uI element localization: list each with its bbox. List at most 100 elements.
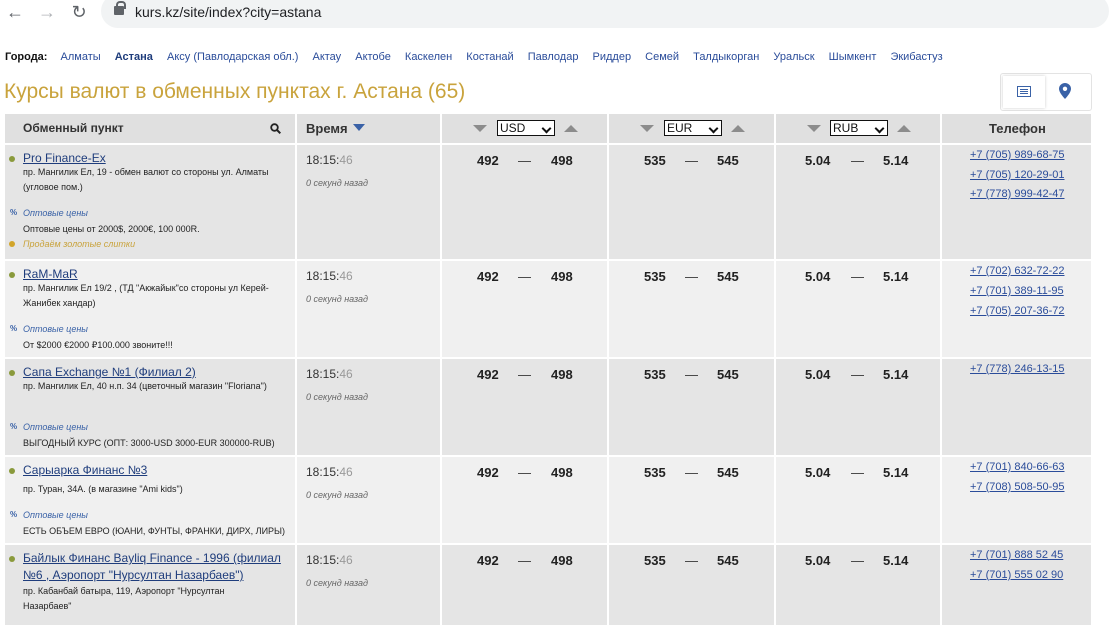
rub-sell: 5.14 xyxy=(883,269,909,284)
phone-link[interactable]: +7 (708) 508-50-95 xyxy=(970,481,1064,493)
eur-buy: 535 xyxy=(644,465,666,480)
back-arrow-icon[interactable]: ← xyxy=(4,1,26,23)
header-exchange: Обменный пункт xyxy=(5,114,296,143)
status-dot-icon xyxy=(9,468,15,474)
city-link-kostanay[interactable]: Костанай xyxy=(466,51,513,63)
phone-link[interactable]: +7 (778) 246-13-15 xyxy=(970,363,1064,375)
city-link-taldykorgan[interactable]: Талдыкорган xyxy=(693,51,759,63)
sort-desc-icon[interactable] xyxy=(353,124,365,131)
wholesale-text: ЕСТЬ ОБЪЕМ ЕВРО (ЮАНИ, ФУНТЫ, ФРАНКИ, ДИ… xyxy=(23,526,286,536)
eur-sell: 545 xyxy=(717,269,739,284)
city-link-shymkent[interactable]: Шымкент xyxy=(829,51,877,63)
exchange-address: пр. Кабанбай батыра, 119, Аэропорт "Нурс… xyxy=(23,586,225,611)
usd-sell: 498 xyxy=(551,465,573,480)
time-ago: 0 секунд назад xyxy=(306,178,369,188)
phone-link[interactable]: +7 (702) 632-72-22 xyxy=(970,265,1064,277)
rub-sell: 5.14 xyxy=(883,367,909,382)
rub-sell: 5.14 xyxy=(883,153,909,168)
city-link-kaskelen[interactable]: Каскелен xyxy=(405,51,452,63)
status-dot-icon xyxy=(9,556,15,562)
wholesale-label: Оптовые цены xyxy=(23,510,88,520)
rub-buy: 5.04 xyxy=(805,153,831,168)
list-view-button[interactable] xyxy=(1003,76,1045,108)
reload-icon[interactable]: ↻ xyxy=(68,1,90,23)
header-phone: Телефон xyxy=(941,114,1091,143)
wholesale-text: Оптовые цены от 2000$, 2000€, 100 000R. xyxy=(23,224,200,234)
browser-toolbar: ← → ↻ kurs.kz/site/index?city=astana xyxy=(0,0,1109,28)
header-time[interactable]: Время xyxy=(296,114,441,143)
update-time: 18:15:46 xyxy=(306,367,353,381)
city-link-ekibastuz[interactable]: Экибастуз xyxy=(890,51,942,63)
update-time: 18:15:46 xyxy=(306,465,353,479)
page-title: Курсы валют в обменных пунктах г. Астана… xyxy=(4,80,466,103)
update-time: 18:15:46 xyxy=(306,553,353,567)
status-dot-icon xyxy=(9,272,15,278)
currency-select-1[interactable]: USD xyxy=(497,120,555,136)
usd-buy: 492 xyxy=(477,269,499,284)
table-row: Сапа Exchange №1 (Филиал 2) пр. Мангилик… xyxy=(5,359,1091,455)
sort-buy-arrow-icon[interactable] xyxy=(807,125,821,132)
city-link-uralsk[interactable]: Уральск xyxy=(773,51,814,63)
url-text[interactable]: kurs.kz/site/index?city=astana xyxy=(135,4,321,20)
sort-sell-arrow-icon[interactable] xyxy=(564,125,578,132)
usd-sell: 498 xyxy=(551,153,573,168)
phone-link[interactable]: +7 (705) 207-36-72 xyxy=(970,305,1064,317)
header-usd: USD xyxy=(441,114,608,143)
usd-sell: 498 xyxy=(551,553,573,568)
wholesale-text: От $2000 €2000 ₽100.000 звоните!!! xyxy=(23,340,173,350)
list-icon xyxy=(1017,86,1031,97)
phone-link[interactable]: +7 (701) 888 52 45 xyxy=(970,549,1063,561)
rub-buy: 5.04 xyxy=(805,465,831,480)
phone-link[interactable]: +7 (701) 555 02 90 xyxy=(970,569,1063,581)
wholesale-label: Оптовые цены xyxy=(23,324,88,334)
percent-icon: % xyxy=(10,510,18,519)
city-link-ridder[interactable]: Риддер xyxy=(593,51,632,63)
city-link-pavlodar[interactable]: Павлодар xyxy=(528,51,579,63)
table-row: Байлык Финанс Bayliq Finance - 1996 (фил… xyxy=(5,545,1091,625)
phone-link[interactable]: +7 (778) 999-42-47 xyxy=(970,188,1064,200)
city-link-semey[interactable]: Семей xyxy=(645,51,679,63)
gold-bars-note: Продаём золотые слитки xyxy=(23,239,136,249)
sort-buy-arrow-icon[interactable] xyxy=(473,125,487,132)
sort-sell-arrow-icon[interactable] xyxy=(731,125,745,132)
header-rub: RUB xyxy=(775,114,941,143)
sort-buy-arrow-icon[interactable] xyxy=(640,125,654,132)
rub-buy: 5.04 xyxy=(805,269,831,284)
exchange-name-link[interactable]: Сарыарка Финанс №3 xyxy=(23,462,288,479)
city-link-aktobe[interactable]: Актобе xyxy=(355,51,391,63)
gold-dot-icon xyxy=(9,241,15,247)
city-link-almaty[interactable]: Алматы xyxy=(61,51,101,63)
phone-link[interactable]: +7 (701) 389-11-95 xyxy=(970,285,1064,297)
phone-link[interactable]: +7 (701) 840-66-63 xyxy=(970,461,1064,473)
rub-buy: 5.04 xyxy=(805,367,831,382)
currency-select-3[interactable]: RUB xyxy=(830,120,888,136)
currency-select-2[interactable]: EUR xyxy=(664,120,722,136)
eur-sell: 545 xyxy=(717,465,739,480)
usd-buy: 492 xyxy=(477,553,499,568)
exchange-name-link[interactable]: Байлык Финанс Bayliq Finance - 1996 (фил… xyxy=(23,550,288,584)
phone-link[interactable]: +7 (705) 989-68-75 xyxy=(970,149,1064,161)
view-toggle xyxy=(1000,73,1092,111)
table-header: Обменный пункт Время USD EUR RUB Телефон xyxy=(5,114,1091,143)
map-pin-icon[interactable] xyxy=(1059,83,1071,99)
forward-arrow-icon[interactable]: → xyxy=(36,1,58,23)
city-link-aksu[interactable]: Аксу (Павлодарская обл.) xyxy=(167,51,298,63)
phone-link[interactable]: +7 (705) 120-29-01 xyxy=(970,169,1064,181)
eur-buy: 535 xyxy=(644,367,666,382)
rub-buy: 5.04 xyxy=(805,553,831,568)
search-icon[interactable] xyxy=(270,123,281,134)
usd-buy: 492 xyxy=(477,465,499,480)
city-link-aktau[interactable]: Актау xyxy=(312,51,341,63)
eur-buy: 535 xyxy=(644,553,666,568)
status-dot-icon xyxy=(9,370,15,376)
address-bar[interactable]: kurs.kz/site/index?city=astana xyxy=(101,0,1109,28)
usd-sell: 498 xyxy=(551,367,573,382)
sort-sell-arrow-icon[interactable] xyxy=(897,125,911,132)
wholesale-label: Оптовые цены xyxy=(23,422,88,432)
time-ago: 0 секунд назад xyxy=(306,490,369,500)
city-link-astana[interactable]: Астана xyxy=(115,51,153,63)
update-time: 18:15:46 xyxy=(306,269,353,283)
eur-sell: 545 xyxy=(717,367,739,382)
lock-icon xyxy=(114,1,126,15)
exchange-address: пр. Туран, 34А. (в магазине "Ami kids") xyxy=(23,484,183,494)
